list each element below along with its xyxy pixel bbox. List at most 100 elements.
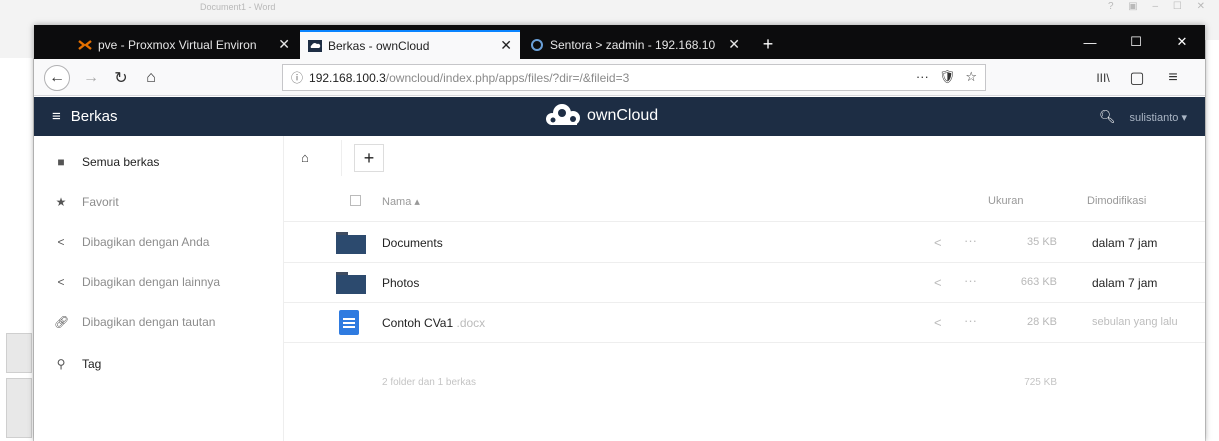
more-actions-icon[interactable]: ···: [964, 313, 977, 328]
search-icon[interactable]: 🔍︎: [1099, 109, 1116, 125]
home-breadcrumb-icon[interactable]: ⌂: [301, 150, 309, 165]
reload-icon: ↻: [114, 70, 128, 87]
file-size: 663 KB: [1020, 276, 1057, 288]
sidebar-item-all-files[interactable]: ■ Semua berkas: [34, 142, 284, 182]
browser-window: pve - Proxmox Virtual Environ ✕ Berkas -…: [34, 25, 1205, 441]
url-path: /owncloud/index.php/apps/files/?dir=/&fi…: [385, 70, 630, 85]
bookmark-star-icon[interactable]: ☆: [965, 69, 977, 85]
sentora-icon: [531, 38, 543, 51]
sidebar-item-tags[interactable]: ⚲ Tag: [34, 344, 284, 384]
library-icon[interactable]: III\: [1090, 65, 1116, 91]
app-name: Berkas: [70, 108, 118, 125]
column-name[interactable]: Nama ▴: [382, 195, 420, 208]
url-bar[interactable]: ⓘ 192.168.100.3/owncloud/index.php/apps/…: [282, 64, 986, 91]
tab-sentora[interactable]: Sentora > zadmin - 192.168.10 ✕: [522, 30, 748, 59]
file-name[interactable]: Contoh CVa1 .docx: [382, 316, 485, 330]
sidebar-item-label: Tag: [82, 357, 102, 371]
word-left-panel: [0, 58, 34, 441]
more-actions-icon[interactable]: ···: [964, 273, 977, 288]
maximize-button[interactable]: ☐: [1114, 25, 1158, 59]
file-row-photos[interactable]: Photos < ··· 663 KB dalam 7 jam: [284, 263, 1205, 303]
username: sulistianto ▾: [1129, 111, 1188, 124]
home-button[interactable]: ⌂: [138, 65, 164, 91]
sidebar-item-label: Semua berkas: [82, 155, 160, 169]
tab-title: Berkas - ownCloud: [328, 38, 430, 53]
word-right-scrollbar[interactable]: [1205, 40, 1219, 441]
url-host: 192.168.100.3: [309, 70, 386, 85]
owncloud-icon: [308, 39, 322, 52]
column-modified[interactable]: Dimodifikasi: [1087, 195, 1146, 207]
share-icon: <: [57, 235, 65, 249]
sidebar-item-favorites[interactable]: ★ Favorit: [34, 182, 284, 222]
summary-size: 725 KB: [1024, 377, 1057, 388]
sidebar-item-shared-with-others[interactable]: < Dibagikan dengan lainnya: [34, 262, 284, 302]
breadcrumb-separator: [322, 140, 342, 176]
tab-title: pve - Proxmox Virtual Environ: [98, 37, 257, 52]
hamburger-icon: ≡: [52, 108, 61, 125]
sidebar-item-shared-with-you[interactable]: < Dibagikan dengan Anda: [34, 222, 284, 262]
proxmox-icon: [78, 39, 92, 50]
folder-icon: ■: [57, 155, 65, 169]
forward-button[interactable]: →: [78, 65, 104, 91]
summary-text: 2 folder dan 1 berkas: [382, 377, 476, 388]
sidebar-toggle-icon[interactable]: ▢: [1124, 65, 1150, 91]
app-menu-button[interactable]: ≡ Berkas: [52, 108, 117, 125]
sidebar-item-label: Dibagikan dengan Anda: [82, 235, 210, 249]
more-actions-icon[interactable]: ···: [964, 233, 977, 248]
word-panel-segment: [6, 378, 32, 438]
document-icon: [339, 310, 359, 335]
file-size: 35 KB: [1027, 236, 1057, 248]
link-icon: 🔗︎: [54, 315, 70, 329]
share-icon[interactable]: <: [934, 275, 942, 290]
file-modified: sebulan yang lalu: [1092, 316, 1178, 328]
menu-icon[interactable]: ≡: [1160, 65, 1186, 91]
file-modified: dalam 7 jam: [1092, 236, 1158, 250]
reload-button[interactable]: ↻: [108, 65, 134, 91]
close-tab-icon[interactable]: ✕: [500, 37, 512, 54]
back-button[interactable]: ←: [44, 65, 70, 91]
word-window-controls[interactable]: ? ▣ – ☐ ✕: [1108, 1, 1211, 12]
page-actions-icon[interactable]: ···: [916, 69, 929, 85]
new-tab-button[interactable]: +: [754, 30, 782, 58]
file-list-area: ⌂ + Nama ▴ Ukuran Dimodifikasi Documents…: [284, 136, 1205, 441]
tab-bar: pve - Proxmox Virtual Environ ✕ Berkas -…: [34, 25, 1205, 59]
file-table-header: Nama ▴ Ukuran Dimodifikasi: [284, 180, 1205, 222]
tab-proxmox[interactable]: pve - Proxmox Virtual Environ ✕: [70, 30, 298, 59]
tab-owncloud[interactable]: Berkas - ownCloud ✕: [300, 30, 520, 59]
share-icon: <: [57, 275, 65, 289]
column-size[interactable]: Ukuran: [988, 195, 1023, 207]
sidebar-item-label: Dibagikan dengan lainnya: [82, 275, 221, 289]
close-window-button[interactable]: ✕: [1160, 25, 1204, 59]
tag-icon: ⚲: [56, 357, 66, 371]
home-icon: ⌂: [146, 69, 156, 86]
file-list-summary: 2 folder dan 1 berkas 725 KB: [284, 363, 1205, 403]
new-file-button[interactable]: +: [354, 144, 384, 172]
navigation-toolbar: ← → ↻ ⌂ ⓘ 192.168.100.3/owncloud/index.p…: [34, 59, 1205, 96]
minimize-button[interactable]: —: [1068, 25, 1112, 59]
sidebar-item-shared-by-link[interactable]: 🔗︎ Dibagikan dengan tautan: [34, 302, 284, 342]
close-tab-icon[interactable]: ✕: [278, 36, 290, 53]
folder-icon: [336, 272, 366, 294]
pocket-icon[interactable]: 🛡: [939, 69, 956, 85]
file-name[interactable]: Photos: [382, 276, 419, 290]
share-icon[interactable]: <: [934, 235, 942, 250]
back-arrow-icon: ←: [49, 69, 65, 86]
owncloud-logo[interactable]: ownCloud: [543, 101, 658, 131]
sidebar-item-label: Favorit: [82, 195, 119, 209]
word-window-title: Document1 - Word: [200, 2, 276, 12]
close-tab-icon[interactable]: ✕: [728, 36, 740, 53]
owncloud-cloud-icon: [546, 104, 580, 125]
tab-title: Sentora > zadmin - 192.168.10: [550, 37, 716, 52]
select-all-checkbox[interactable]: [350, 195, 361, 206]
user-menu[interactable]: 🔍︎ sulistianto ▾: [1099, 109, 1187, 125]
breadcrumb: ⌂ +: [284, 136, 1205, 180]
share-icon[interactable]: <: [934, 315, 942, 330]
file-row-contoh-cv[interactable]: Contoh CVa1 .docx < ··· 28 KB sebulan ya…: [284, 303, 1205, 343]
star-icon: ★: [55, 195, 67, 209]
file-name[interactable]: Documents: [382, 236, 443, 250]
file-row-documents[interactable]: Documents < ··· 35 KB dalam 7 jam: [284, 223, 1205, 263]
site-info-icon[interactable]: ⓘ: [291, 69, 303, 86]
forward-arrow-icon: →: [83, 69, 99, 86]
folder-icon: [336, 232, 366, 254]
file-modified: dalam 7 jam: [1092, 276, 1158, 290]
